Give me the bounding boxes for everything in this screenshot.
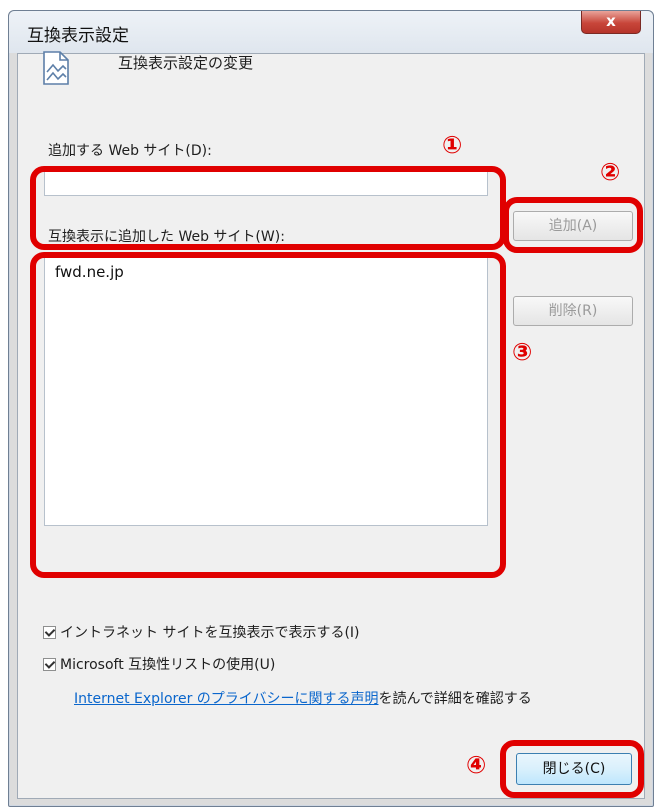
title-bar: 互換表示設定 x <box>9 11 653 53</box>
list-item[interactable]: fwd.ne.jp <box>55 263 124 281</box>
intranet-label: イントラネット サイトを互換表示で表示する(I) <box>60 625 360 641</box>
marker-3: ③ <box>512 338 533 366</box>
add-site-label: 追加する Web サイト(D): <box>48 143 212 159</box>
window-title: 互換表示設定 <box>27 26 129 46</box>
intranet-checkbox[interactable] <box>43 625 56 639</box>
added-sites-list[interactable]: fwd.ne.jp <box>44 252 488 526</box>
marker-2: ② <box>600 158 621 186</box>
close-window-button[interactable]: x <box>581 11 641 34</box>
close-button[interactable]: 閉じる(C) <box>516 753 632 785</box>
added-sites-label: 互換表示に追加した Web サイト(W): <box>48 229 285 245</box>
ms-list-option[interactable]: Microsoft 互換性リストの使用(U) <box>43 654 275 674</box>
ms-list-label: Microsoft 互換性リストの使用(U) <box>60 657 276 673</box>
marker-4: ④ <box>466 751 487 779</box>
intranet-option[interactable]: イントラネット サイトを互換表示で表示する(I) <box>43 622 360 642</box>
privacy-suffix: を読んで詳細を確認する <box>378 691 532 707</box>
privacy-link[interactable]: Internet Explorer のプライバシーに関する声明 <box>74 691 379 707</box>
add-site-input[interactable] <box>44 166 488 196</box>
privacy-statement: Internet Explorer のプライバシーに関する声明を読んで詳細を確認… <box>74 688 532 708</box>
marker-1: ① <box>442 131 463 159</box>
add-button[interactable]: 追加(A) <box>513 211 633 241</box>
header-title: 互換表示設定の変更 <box>118 54 254 72</box>
ms-list-checkbox[interactable] <box>43 657 56 671</box>
remove-button[interactable]: 削除(R) <box>513 296 633 326</box>
page-icon <box>43 51 69 85</box>
